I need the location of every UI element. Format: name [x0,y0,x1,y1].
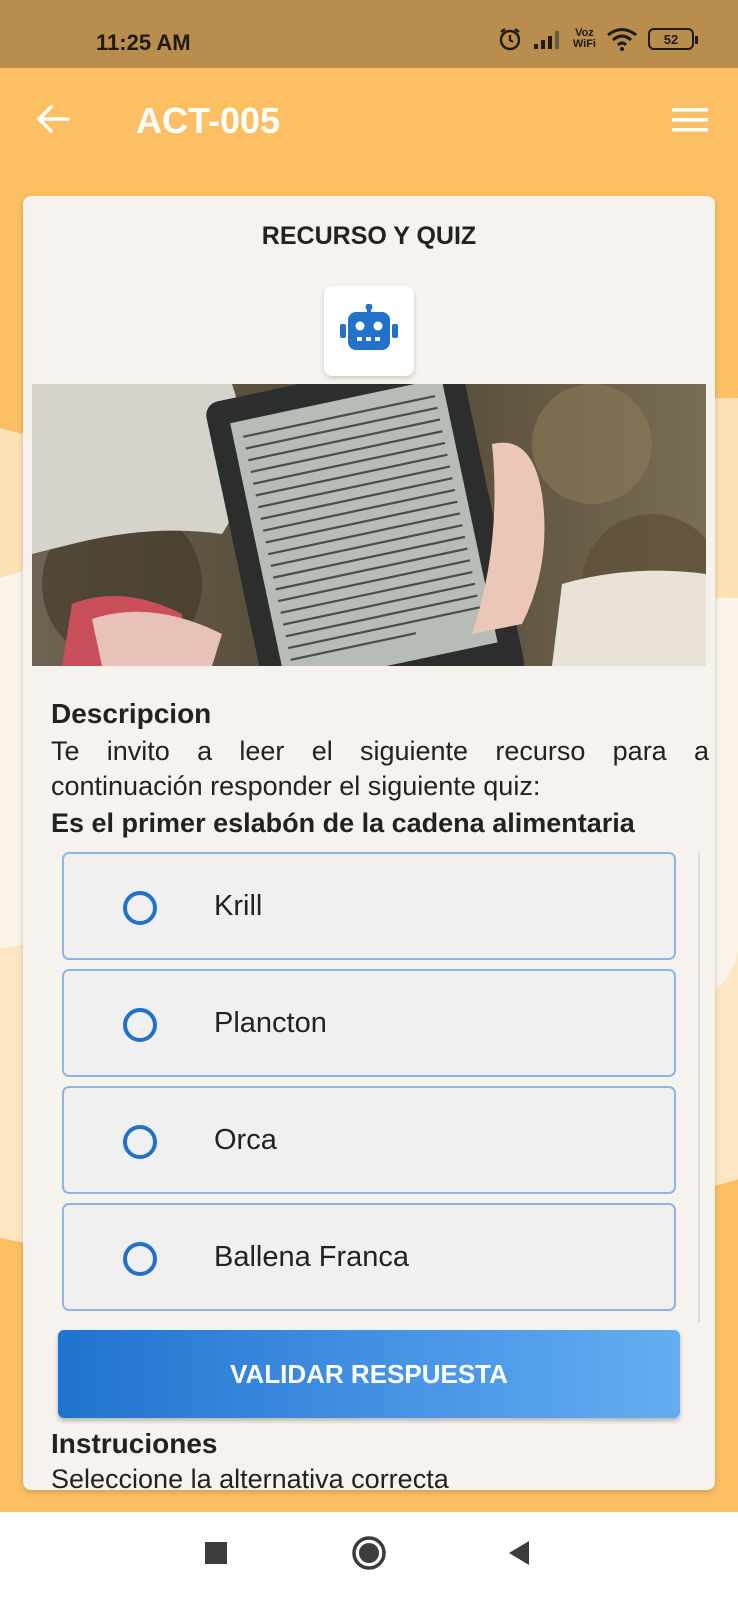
wifi-icon [606,27,638,51]
system-nav-bar [0,1512,738,1600]
bot-button[interactable] [324,286,414,376]
menu-button[interactable] [666,100,714,144]
answer-options: Krill Plancton Orca Ballena Franca [62,852,700,1322]
status-icons: Voz WiFi 52 [497,26,698,52]
back-triangle-icon [507,1539,531,1572]
question-text: Es el primer eslabón de la cadena alimen… [51,808,635,838]
page-title: ACT-005 [136,100,281,141]
radio-button[interactable] [123,891,157,925]
validate-answer-button[interactable]: VALIDAR RESPUESTA [58,1330,680,1418]
option-label: Orca [214,1124,277,1156]
options-scroll-edge [698,852,700,1322]
back-button[interactable] [30,98,76,144]
wifi-label: WiFi [572,38,596,50]
home-circle-icon [351,1535,387,1576]
recents-square-icon [204,1541,228,1570]
home-button[interactable] [344,1530,394,1580]
app-bar: ACT-005 [0,68,738,178]
instructions-text: Seleccione la alternativa correcta [51,1464,449,1490]
alarm-icon [497,26,523,52]
robot-icon [340,303,398,359]
option-orca[interactable]: Orca [62,1086,676,1194]
battery-icon: 52 [648,28,698,50]
description-heading: Descripcion [51,698,212,729]
back-nav-button[interactable] [494,1530,544,1580]
option-krill[interactable]: Krill [62,852,676,960]
card-title: RECURSO Y QUIZ [261,222,477,250]
hamburger-menu-icon [672,107,708,138]
option-ballena-franca[interactable]: Ballena Franca [62,1203,676,1311]
option-label: Plancton [214,1007,327,1039]
voz-wifi-label: Voz WiFi [573,28,596,50]
status-time: 11:25 AM [96,30,191,55]
option-label: Ballena Franca [214,1241,410,1273]
resource-image [32,384,706,666]
description-text: Te invito a leer el siguiente recurso pa… [51,736,709,801]
recents-button[interactable] [191,1530,241,1580]
radio-button[interactable] [123,1125,157,1159]
instructions-heading: Instruciones [51,1428,218,1459]
radio-button[interactable] [123,1242,157,1276]
option-plancton[interactable]: Plancton [62,969,676,1077]
status-bar: 11:25 AM Voz WiFi 52 [0,0,738,68]
resource-quiz-card: RECURSO Y QUIZ Descripcion Te invito a l… [23,196,715,1490]
signal-icon [533,28,563,50]
arrow-left-icon [36,104,70,139]
option-label: Krill [214,890,263,922]
radio-button[interactable] [123,1008,157,1042]
